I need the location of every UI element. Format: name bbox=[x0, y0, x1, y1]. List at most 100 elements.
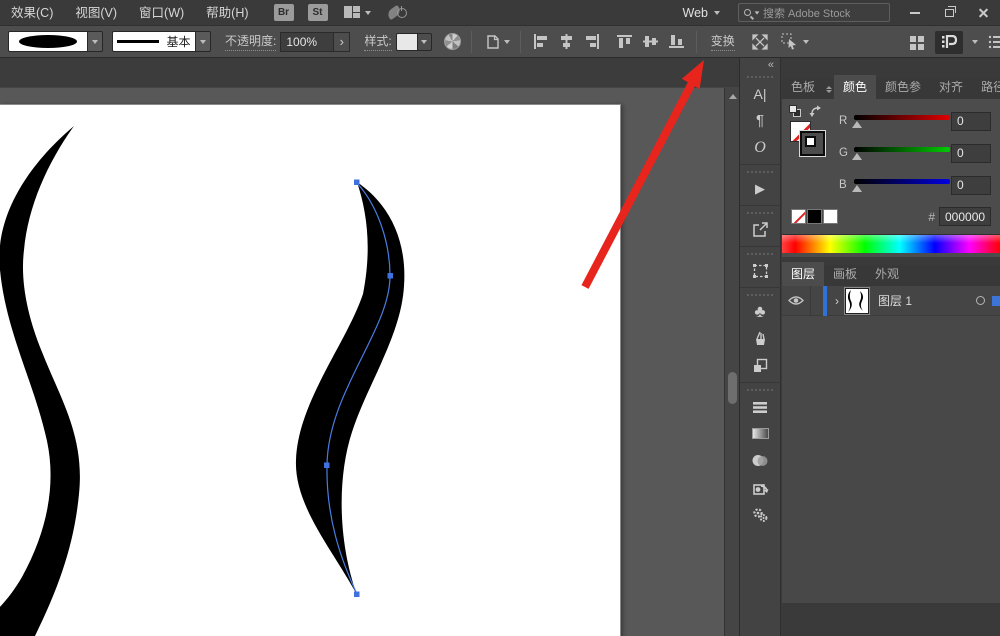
workspace-button[interactable] bbox=[935, 31, 963, 54]
hex-input[interactable] bbox=[939, 207, 991, 226]
document-setup-dropdown[interactable] bbox=[482, 32, 510, 51]
panel-dock: « A| ¶ O ▶ ♣ bbox=[739, 58, 1000, 636]
menu-effect[interactable]: 效果(C) bbox=[0, 0, 64, 26]
red-slider[interactable] bbox=[854, 114, 943, 128]
white-swatch[interactable] bbox=[823, 209, 838, 224]
tab-pathfinder[interactable]: 路径查 bbox=[972, 75, 1000, 99]
chevron-down-icon bbox=[972, 40, 978, 44]
transparency-panel-icon[interactable] bbox=[740, 447, 781, 474]
tab-color[interactable]: 颜色 bbox=[834, 75, 876, 99]
blue-value-input[interactable] bbox=[951, 176, 991, 195]
black-swatch[interactable] bbox=[807, 209, 822, 224]
chevron-down-icon bbox=[200, 40, 206, 44]
selection-indicator[interactable] bbox=[992, 296, 1000, 306]
drag-gripper[interactable] bbox=[747, 171, 773, 173]
align-vertical-center-icon[interactable] bbox=[641, 32, 660, 51]
green-channel-label: G bbox=[839, 147, 852, 159]
divider bbox=[740, 382, 781, 383]
symbol-libraries-icon[interactable] bbox=[740, 474, 781, 501]
stroke-panel-icon[interactable] bbox=[740, 393, 781, 420]
drag-gripper[interactable] bbox=[747, 76, 773, 78]
menu-help[interactable]: 帮助(H) bbox=[195, 0, 259, 26]
actions-play-icon[interactable]: ▶ bbox=[740, 175, 781, 202]
stroke-style-dropdown[interactable]: 基本 bbox=[112, 31, 211, 52]
symbols-panel-icon[interactable]: ♣ bbox=[740, 298, 781, 325]
opacity-stepper[interactable]: › bbox=[334, 32, 350, 52]
graphic-style-dropdown[interactable] bbox=[396, 33, 432, 51]
slider-thumb-icon[interactable] bbox=[852, 153, 862, 160]
free-transform-icon[interactable] bbox=[751, 32, 770, 51]
expand-layer-icon[interactable]: › bbox=[835, 294, 839, 308]
paragraph-panel-icon[interactable]: ¶ bbox=[740, 107, 781, 134]
drag-gripper[interactable] bbox=[747, 253, 773, 255]
minimize-icon bbox=[910, 12, 920, 14]
blue-slider[interactable] bbox=[854, 178, 943, 192]
green-value-input[interactable] bbox=[951, 144, 991, 163]
stroke-color-swatch[interactable] bbox=[800, 131, 825, 156]
pathfinder-panel-icon[interactable] bbox=[740, 352, 781, 379]
opacity-input[interactable] bbox=[280, 32, 334, 52]
style-label[interactable]: 样式: bbox=[364, 32, 391, 51]
brushes-panel-icon[interactable] bbox=[740, 325, 781, 352]
export-panel-icon[interactable] bbox=[740, 216, 781, 243]
opacity-label[interactable]: 不透明度: bbox=[225, 32, 276, 51]
tab-layers[interactable]: 图层 bbox=[782, 262, 824, 286]
character-panel-icon[interactable]: A| bbox=[740, 80, 781, 107]
tab-swatches[interactable]: 色板 bbox=[782, 75, 824, 99]
slider-thumb-icon[interactable] bbox=[852, 185, 862, 192]
scroll-up-icon[interactable] bbox=[729, 94, 737, 99]
visibility-toggle[interactable] bbox=[782, 295, 810, 306]
tab-artboards[interactable]: 画板 bbox=[824, 262, 866, 286]
tab-align[interactable]: 对齐 bbox=[930, 75, 972, 99]
align-left-icon[interactable] bbox=[531, 32, 550, 51]
recolor-artwork-icon[interactable] bbox=[444, 33, 461, 50]
tab-sort-icon[interactable] bbox=[824, 86, 834, 99]
restore-button[interactable] bbox=[932, 0, 966, 26]
align-horizontal-center-icon[interactable] bbox=[557, 32, 576, 51]
arrange-documents-dropdown[interactable] bbox=[344, 6, 371, 19]
slider-thumb-icon[interactable] bbox=[852, 121, 862, 128]
opentype-panel-icon[interactable]: O bbox=[740, 134, 781, 161]
close-button[interactable] bbox=[966, 0, 1000, 26]
red-value-input[interactable] bbox=[951, 112, 991, 131]
drag-gripper[interactable] bbox=[747, 294, 773, 296]
quick-swatch-row: # bbox=[791, 207, 991, 226]
scrollbar-thumb[interactable] bbox=[728, 372, 737, 404]
layer-thumbnail[interactable] bbox=[845, 288, 869, 314]
color-spectrum-bar[interactable] bbox=[782, 234, 1000, 253]
align-bottom-icon[interactable] bbox=[667, 32, 686, 51]
default-fill-stroke-icon[interactable] bbox=[789, 105, 803, 117]
tab-appearance[interactable]: 外观 bbox=[866, 262, 908, 286]
target-circle-icon[interactable] bbox=[976, 296, 985, 305]
none-swatch[interactable] bbox=[791, 209, 806, 224]
tab-color-guide[interactable]: 颜色参 bbox=[876, 75, 930, 99]
drag-gripper[interactable] bbox=[747, 212, 773, 214]
layer-row[interactable]: › 图层 1 bbox=[782, 286, 1000, 316]
green-slider[interactable] bbox=[854, 146, 943, 160]
artboards-panel-icon[interactable] bbox=[740, 257, 781, 284]
gradient-panel-icon[interactable] bbox=[740, 420, 781, 447]
layer-name[interactable]: 图层 1 bbox=[878, 292, 912, 309]
panel-menu-icon[interactable] bbox=[987, 33, 1000, 52]
bridge-button[interactable]: Br bbox=[274, 4, 294, 21]
arrange-documents-icon[interactable] bbox=[907, 33, 926, 52]
menu-window[interactable]: 窗口(W) bbox=[128, 0, 195, 26]
gpu-performance-icon[interactable] bbox=[387, 5, 407, 21]
minimize-button[interactable] bbox=[898, 0, 932, 26]
swap-fill-stroke-icon[interactable] bbox=[809, 105, 823, 120]
menu-view[interactable]: 视图(V) bbox=[64, 0, 128, 26]
collapse-dock-icon[interactable]: « bbox=[740, 58, 780, 73]
drag-gripper[interactable] bbox=[747, 389, 773, 391]
canvas-area[interactable] bbox=[0, 58, 739, 636]
transform-link[interactable]: 变换 bbox=[711, 32, 735, 51]
adobe-stock-search[interactable]: 搜索 Adobe Stock bbox=[738, 3, 890, 22]
workspace-switcher[interactable]: Web bbox=[673, 6, 730, 20]
select-similar-dropdown[interactable] bbox=[780, 32, 809, 51]
artboard[interactable] bbox=[0, 105, 620, 636]
stock-button[interactable]: St bbox=[308, 4, 328, 21]
align-right-icon[interactable] bbox=[583, 32, 602, 51]
align-top-icon[interactable] bbox=[615, 32, 634, 51]
fill-style-dropdown[interactable] bbox=[8, 31, 103, 52]
settings-gears-icon[interactable] bbox=[740, 501, 781, 528]
vertical-scrollbar[interactable] bbox=[724, 88, 739, 636]
